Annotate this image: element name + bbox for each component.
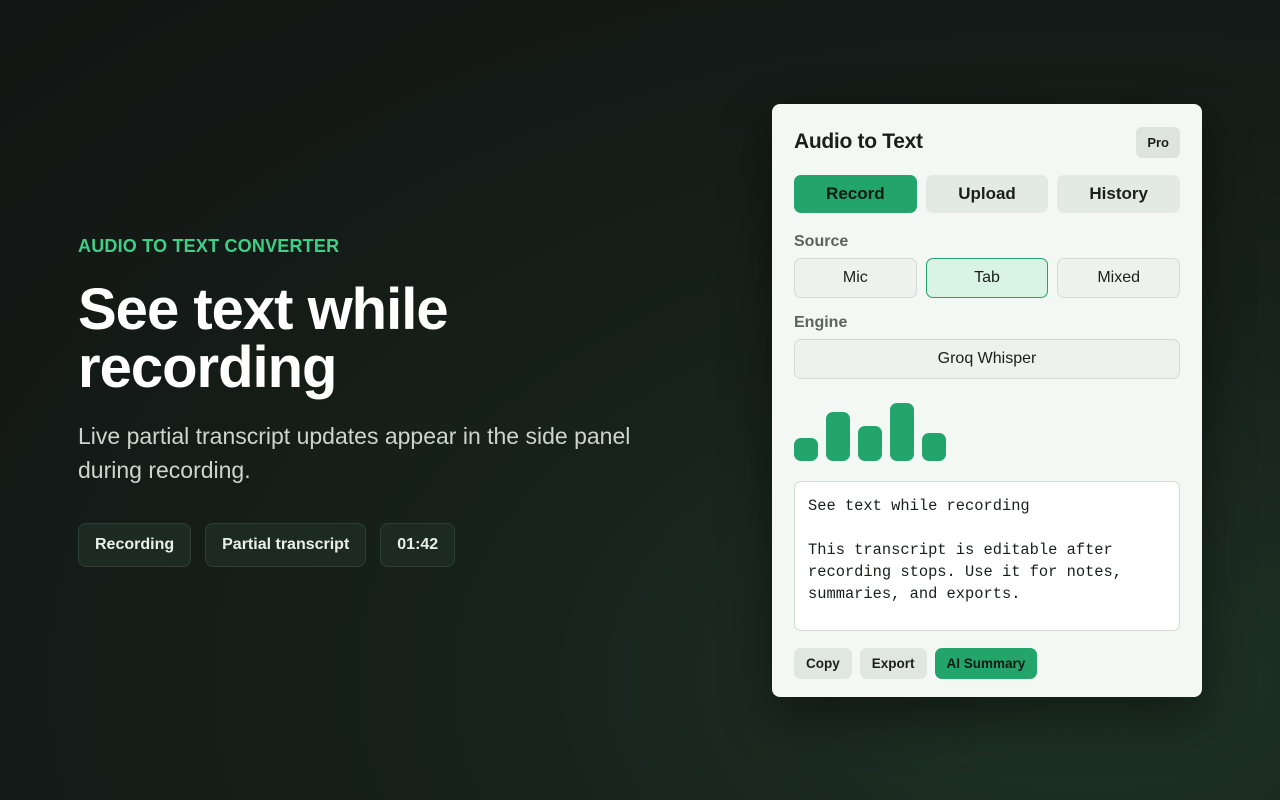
audio-level-meter: [794, 403, 1180, 461]
level-bar-5: [922, 433, 946, 461]
source-label: Source: [794, 233, 849, 250]
engine-label: Engine: [794, 314, 848, 331]
eyebrow-label: AUDIO TO TEXT CONVERTER: [78, 236, 340, 256]
panel-title: Audio to Text: [794, 130, 923, 153]
source-selector: Mic Tab Mixed: [794, 258, 1181, 298]
hero-headline: See text while recording: [78, 277, 449, 400]
level-bar-3: [858, 426, 882, 461]
engine-select[interactable]: Groq Whisper: [794, 339, 1180, 379]
panel-actions: Copy Export AI Summary: [794, 648, 1180, 679]
transcript-textarea[interactable]: See text while recording This transcript…: [794, 481, 1180, 631]
copy-button[interactable]: Copy: [794, 648, 852, 679]
chip-partial-transcript: Partial transcript: [205, 523, 367, 567]
ai-summary-button[interactable]: AI Summary: [934, 648, 1038, 679]
status-chips: Recording Partial transcript 01:42: [78, 523, 698, 567]
tab-history[interactable]: History: [1057, 175, 1181, 213]
panel-header: Audio to Text Pro: [794, 126, 1180, 158]
pro-badge[interactable]: Pro: [1136, 126, 1180, 158]
level-bar-4: [890, 403, 914, 461]
chip-recording: Recording: [78, 523, 192, 567]
source-mixed-button[interactable]: Mixed: [1057, 258, 1181, 298]
level-bar-1: [794, 438, 818, 461]
chip-timer: 01:42: [380, 523, 456, 567]
source-tab-button[interactable]: Tab: [925, 258, 1049, 298]
tab-upload[interactable]: Upload: [925, 175, 1049, 213]
tab-record[interactable]: Record: [794, 175, 917, 213]
side-panel: Audio to Text Pro Record Upload History …: [772, 104, 1202, 697]
level-bar-2: [826, 412, 850, 461]
hero-section: AUDIO TO TEXT CONVERTER See text while r…: [78, 236, 698, 567]
export-button[interactable]: Export: [859, 648, 927, 679]
source-mic-button[interactable]: Mic: [794, 258, 917, 298]
mode-tabs: Record Upload History: [794, 175, 1181, 213]
hero-subtitle: Live partial transcript updates appear i…: [78, 423, 631, 483]
